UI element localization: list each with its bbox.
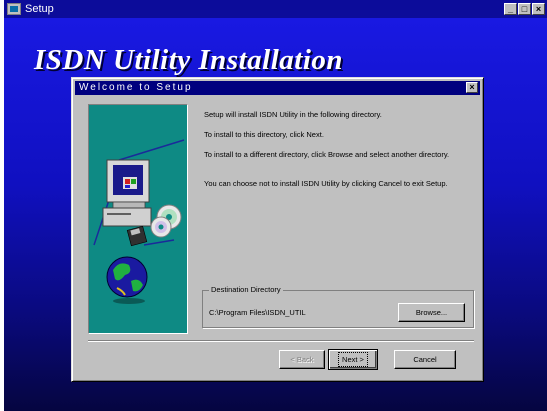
next-button[interactable]: Next > [328, 349, 378, 370]
cancel-button[interactable]: Cancel [394, 350, 456, 369]
browse-button[interactable]: Browse... [398, 303, 465, 322]
destination-path: C:\Program Files\ISDN_UTIL [209, 308, 306, 317]
window-title: Setup [25, 3, 54, 15]
window-controls: _ □ × [504, 3, 545, 15]
maximize-button[interactable]: □ [518, 3, 531, 15]
cancel-button-label: Cancel [413, 355, 437, 364]
dialog-titlebar: Welcome to Setup × [75, 81, 480, 95]
setup-background-window: Setup _ □ × ISDN Utility Installation We… [4, 0, 547, 411]
back-button-label: < Back [290, 355, 314, 364]
computer-icon [102, 159, 152, 227]
dialog-title: Welcome to Setup [79, 82, 193, 93]
minimize-button[interactable]: _ [504, 3, 517, 15]
setup-app-icon [7, 3, 21, 15]
intro-message: Setup will install ISDN Utility in the f… [204, 110, 382, 119]
globe-icon [106, 256, 148, 304]
destination-directory-label: Destination Directory [209, 285, 283, 294]
setup-illustration-panel [88, 104, 188, 334]
next-instruction: To install to this directory, click Next… [204, 130, 324, 139]
floppy-disk-icon [126, 225, 148, 247]
dialog-close-button[interactable]: × [466, 82, 478, 93]
back-button[interactable]: < Back [279, 350, 325, 369]
welcome-dialog: Welcome to Setup × Setup will install IS… [71, 77, 484, 382]
browse-button-label: Browse... [415, 308, 448, 317]
setup-illustration [93, 139, 185, 304]
cancel-instruction: You can choose not to install ISDN Utili… [204, 179, 448, 188]
destination-directory-group: Destination Directory C:\Program Files\I… [202, 285, 474, 328]
installation-banner-title: ISDN Utility Installation [34, 44, 344, 76]
next-button-label: Next > [338, 352, 368, 367]
browse-instruction: To install to a different directory, cli… [204, 150, 450, 159]
button-separator [88, 340, 474, 342]
cd-disc-icon [150, 204, 182, 238]
close-button[interactable]: × [532, 3, 545, 15]
window-titlebar: Setup _ □ × [4, 0, 547, 18]
